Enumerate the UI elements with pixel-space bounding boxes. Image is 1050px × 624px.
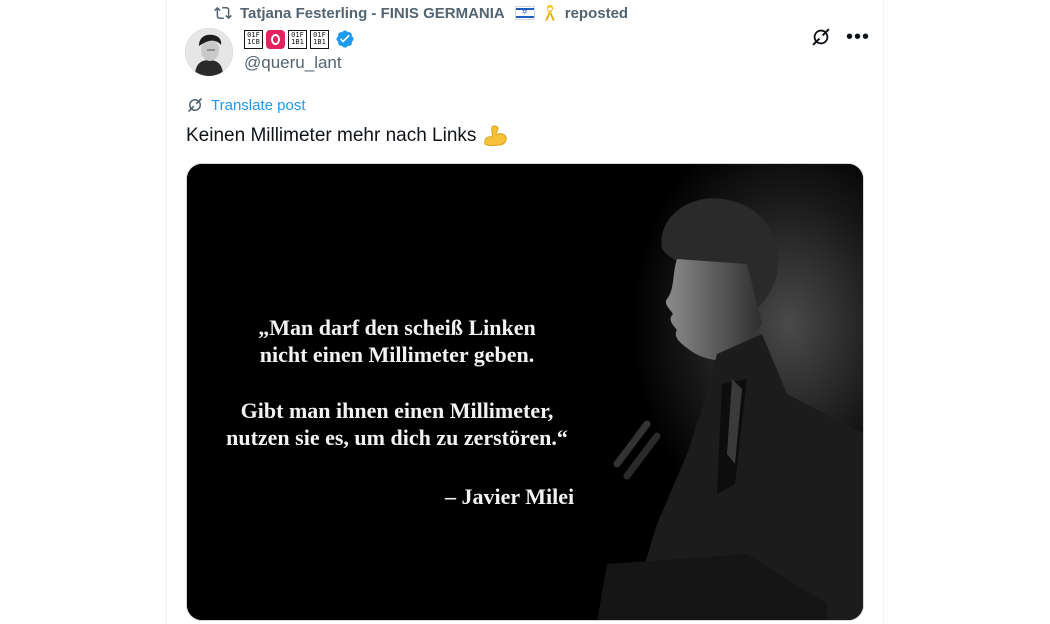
- repost-context[interactable]: Tatjana Festerling - FINIS GERMANIA ✡ re…: [214, 3, 628, 23]
- grok-icon[interactable]: [810, 26, 832, 48]
- translate-label[interactable]: Translate post: [211, 97, 306, 114]
- verified-badge-icon: [336, 30, 354, 48]
- quote-line-3: Gibt man ihnen einen Millimeter,: [240, 398, 554, 423]
- portrait-background: [187, 164, 863, 620]
- unknown-glyph-3: 01F 1B1: [310, 29, 329, 49]
- unknown-glyph-1: 01F 1CB: [244, 29, 263, 49]
- yellow-ribbon-icon: [544, 5, 555, 21]
- more-icon[interactable]: •••: [846, 27, 870, 47]
- quote-paragraph-2: Gibt man ihnen einen Millimeter, nutzen …: [207, 397, 587, 451]
- author-name[interactable]: 01F 1CB 01F 1B1 01F 1B1: [244, 28, 355, 50]
- avatar[interactable]: [185, 28, 233, 76]
- unknown-glyph-2: 01F 1B1: [288, 29, 307, 49]
- red-o-badge-icon: [266, 29, 285, 49]
- post-body: Keinen Millimeter mehr nach Links: [186, 124, 508, 148]
- post-top-actions: •••: [810, 26, 870, 48]
- post-text: Keinen Millimeter mehr nach Links: [186, 125, 477, 146]
- repost-user-name[interactable]: Tatjana Festerling - FINIS GERMANIA: [240, 5, 505, 22]
- repost-suffix: reposted: [564, 4, 629, 22]
- israel-flag-icon: ✡: [514, 6, 535, 20]
- author-handle[interactable]: @queru_lant: [244, 53, 342, 73]
- post-image[interactable]: „Man darf den scheiß Linken nicht einen …: [186, 163, 864, 621]
- quote-paragraph-1: „Man darf den scheiß Linken nicht einen …: [207, 314, 587, 368]
- translate-icon: [188, 98, 202, 112]
- translate-post-link[interactable]: Translate post: [186, 96, 306, 114]
- quote-line-1: „Man darf den scheiß Linken: [258, 315, 536, 340]
- quote-line-2: nicht einen Millimeter geben.: [259, 342, 535, 367]
- repost-icon: [214, 6, 232, 20]
- quote-line-4: nutzen sie es, um dich zu zerstören.“: [226, 425, 568, 450]
- flexed-biceps-icon: [484, 125, 508, 147]
- quote-attribution: – Javier Milei: [445, 484, 575, 509]
